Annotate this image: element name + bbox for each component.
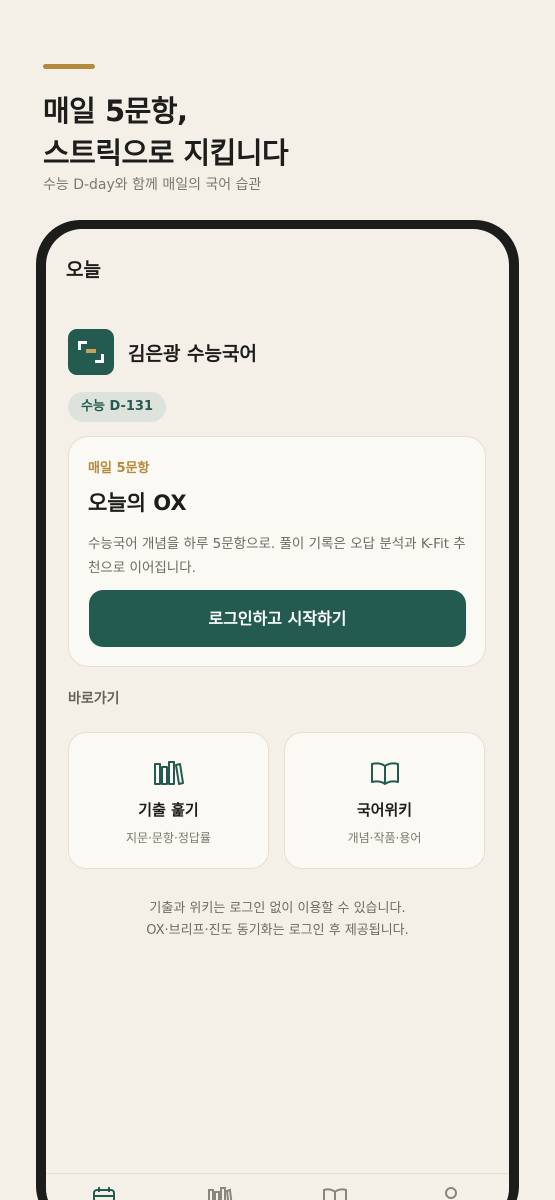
dday-badge: 수능 D-131 xyxy=(68,392,167,422)
page-title: 오늘 xyxy=(66,259,101,281)
phone-screen: 오늘 김은광 수능국어 수능 D-131 매일 5문항 오늘의 OX 수능국어 … xyxy=(46,229,509,1200)
brand-logo-icon xyxy=(68,329,114,375)
daily-ox-card: 매일 5문항 오늘의 OX 수능국어 개념을 하루 5문항으로. 풀이 기록은 … xyxy=(68,436,486,667)
login-start-button[interactable]: 로그인하고 시작하기 xyxy=(89,590,466,647)
tile-subtitle: 지문·문항·정답률 xyxy=(126,831,211,845)
accent-bar xyxy=(43,64,95,69)
shortcuts-label: 바로가기 xyxy=(68,691,120,707)
card-description: 수능국어 개념을 하루 5문항으로. 풀이 기록은 오답 분석과 K-Fit 추… xyxy=(88,536,466,576)
hero-subtitle: 수능 D-day와 함께 매일의 국어 습관 xyxy=(43,177,262,193)
footnote: 기출과 위키는 로그인 없이 이용할 수 있습니다. OX·브리프·진도 동기화… xyxy=(46,898,509,942)
card-eyebrow: 매일 5문항 xyxy=(88,461,150,476)
open-book-icon[interactable] xyxy=(321,1184,349,1200)
hero-title: 매일 5문항, 스트릭으로 지킵니다 xyxy=(43,90,513,174)
tile-subtitle: 개념·작품·용어 xyxy=(347,831,422,845)
tab-bar xyxy=(46,1173,509,1200)
person-icon[interactable] xyxy=(437,1184,465,1200)
phone-frame: 오늘 김은광 수능국어 수능 D-131 매일 5문항 오늘의 OX 수능국어 … xyxy=(36,220,519,1200)
brand-row: 김은광 수능국어 xyxy=(68,329,257,375)
footnote-line2: OX·브리프·진도 동기화는 로그인 후 제공됩니다. xyxy=(146,923,409,938)
shortcut-tile-wiki[interactable]: 국어위키 개념·작품·용어 xyxy=(284,732,485,869)
calendar-icon[interactable] xyxy=(90,1184,118,1200)
card-title: 오늘의 OX xyxy=(88,491,187,515)
tile-title: 국어위키 xyxy=(356,801,413,819)
shortcut-tile-past-exams[interactable]: 기출 훑기 지문·문항·정답률 xyxy=(68,732,269,869)
tile-title: 기출 훑기 xyxy=(138,801,199,819)
brand-name: 김은광 수능국어 xyxy=(128,342,257,365)
footnote-line1: 기출과 위키는 로그인 없이 이용할 수 있습니다. xyxy=(149,901,406,916)
hero-title-line1: 매일 5문항, xyxy=(43,94,188,128)
bookshelf-icon[interactable] xyxy=(206,1184,234,1200)
open-book-icon xyxy=(371,762,399,785)
hero-title-line2: 스트릭으로 지킵니다 xyxy=(43,136,289,170)
bookshelf-icon xyxy=(154,761,184,785)
